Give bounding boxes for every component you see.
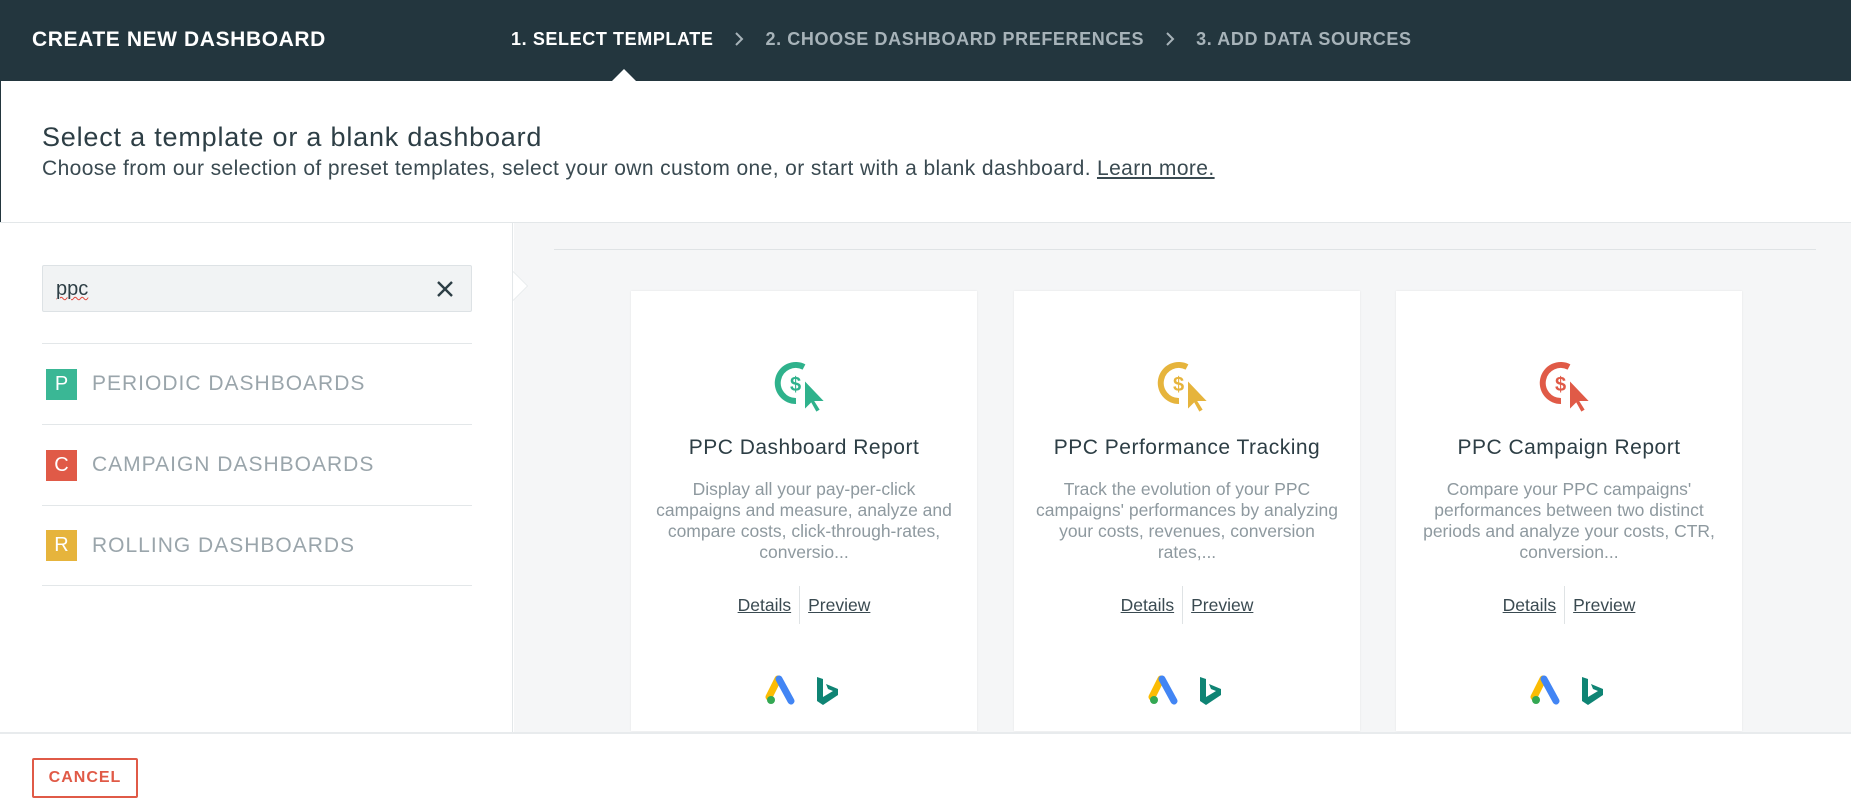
step-dashboard-preferences[interactable]: 2. CHOOSE DASHBOARD PREFERENCES [765, 29, 1144, 50]
selection-pointer [513, 272, 527, 300]
card-actions: Details Preview [631, 586, 977, 624]
data-source-logos [1396, 675, 1742, 707]
divider [554, 249, 1816, 250]
wizard-steps: 1. SELECT TEMPLATE 2. CHOOSE DASHBOARD P… [511, 27, 1412, 51]
active-step-caret [611, 69, 637, 82]
google-ads-icon [1530, 675, 1562, 707]
template-search-input[interactable]: ppc [42, 265, 472, 312]
page-subtitle: Choose from our selection of preset temp… [42, 157, 1215, 181]
ppc-dollar-cursor-icon: $ [1157, 357, 1217, 415]
learn-more-link[interactable]: Learn more. [1097, 157, 1215, 180]
card-title: PPC Campaign Report [1457, 436, 1681, 459]
category-label: CAMPAIGN DASHBOARDS [92, 453, 375, 476]
category-campaign-dashboards[interactable]: C CAMPAIGN DASHBOARDS [42, 424, 472, 505]
card-description: Display all your pay-per-click campaigns… [656, 479, 952, 562]
template-sidebar: ppc P PERIODIC DASHBOARDS C CAMPAIGN DAS… [0, 223, 513, 732]
preview-link[interactable]: Preview [1183, 595, 1261, 616]
cancel-button[interactable]: CANCEL [32, 758, 138, 798]
template-gallery: $ PPC Dashboard Report Display all your … [514, 223, 1851, 732]
google-ads-icon [1148, 675, 1180, 707]
svg-text:$: $ [790, 374, 801, 396]
subtitle-text: Choose from our selection of preset temp… [42, 157, 1091, 180]
category-periodic-dashboards[interactable]: P PERIODIC DASHBOARDS [42, 343, 472, 424]
card-actions: Details Preview [1396, 586, 1742, 624]
wizard-title: CREATE NEW DASHBOARD [32, 28, 326, 51]
data-source-logos [1014, 675, 1360, 707]
google-ads-icon [765, 675, 797, 707]
bing-ads-icon [1194, 675, 1226, 707]
ppc-dollar-cursor-icon: $ [1539, 357, 1599, 415]
details-link[interactable]: Details [1113, 595, 1183, 616]
card-title: PPC Dashboard Report [688, 436, 920, 459]
wizard-footer: CANCEL [0, 732, 1851, 808]
bing-ads-icon [1576, 675, 1608, 707]
card-description: Track the evolution of your PPC campaign… [1036, 479, 1338, 562]
category-badge: C [46, 449, 77, 481]
details-link[interactable]: Details [1495, 595, 1565, 616]
ppc-dollar-cursor-icon: $ [774, 357, 834, 415]
category-label: ROLLING DASHBOARDS [92, 533, 356, 557]
svg-text:$: $ [1555, 374, 1566, 396]
card-description: Compare your PPC campaigns' performances… [1423, 479, 1715, 562]
data-source-logos [631, 675, 977, 707]
search-input-value[interactable]: ppc [56, 278, 88, 301]
category-rolling-dashboards[interactable]: R ROLLING DASHBOARDS [42, 505, 472, 586]
svg-text:$: $ [1173, 374, 1184, 396]
template-card[interactable]: $ PPC Campaign Report Compare your PPC c… [1396, 291, 1742, 731]
chevron-right-icon [727, 27, 751, 51]
template-card[interactable]: $ PPC Performance Tracking Track the evo… [1014, 291, 1360, 731]
details-link[interactable]: Details [730, 595, 800, 616]
preview-link[interactable]: Preview [800, 595, 878, 616]
chevron-right-icon [1158, 27, 1182, 51]
page-title: Select a template or a blank dashboard [42, 122, 543, 152]
bing-ads-icon [811, 675, 843, 707]
card-actions: Details Preview [1014, 586, 1360, 624]
category-list: P PERIODIC DASHBOARDS C CAMPAIGN DASHBOA… [42, 343, 472, 586]
card-title: PPC Performance Tracking [1053, 436, 1321, 459]
preview-link[interactable]: Preview [1565, 595, 1643, 616]
category-badge: P [46, 368, 77, 400]
step-add-data-sources[interactable]: 3. ADD DATA SOURCES [1196, 29, 1411, 50]
step-select-template[interactable]: 1. SELECT TEMPLATE [511, 29, 713, 50]
category-badge: R [46, 530, 77, 561]
wizard-header: CREATE NEW DASHBOARD 1. SELECT TEMPLATE … [0, 0, 1851, 82]
category-label: PERIODIC DASHBOARDS [92, 372, 366, 395]
template-card[interactable]: $ PPC Dashboard Report Display all your … [631, 291, 977, 731]
close-icon[interactable] [433, 277, 457, 301]
